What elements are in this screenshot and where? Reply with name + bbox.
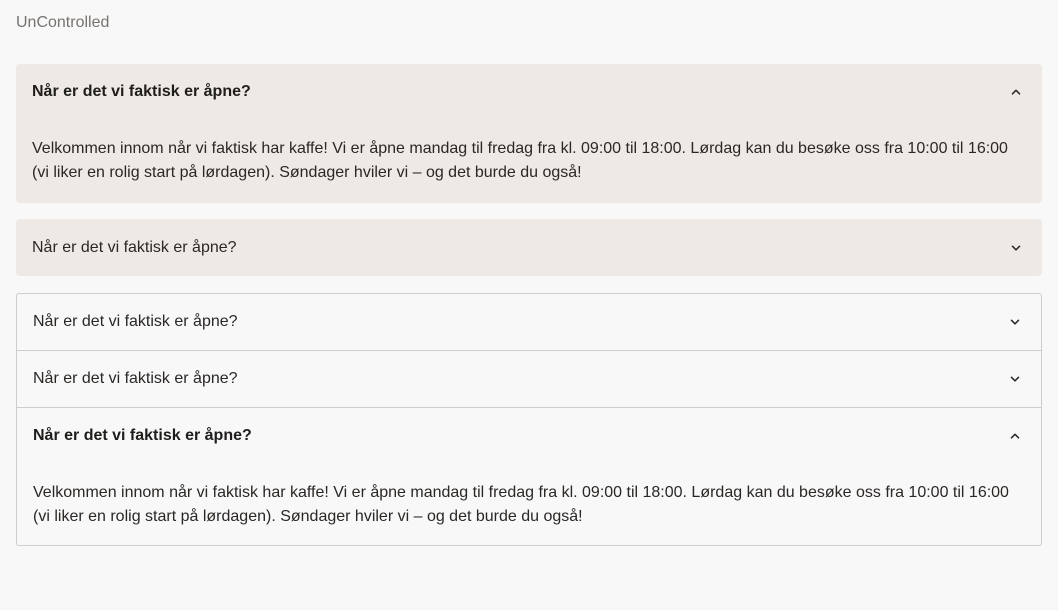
accordion-item-outlined-1: Når er det vi faktisk er åpne?: [17, 294, 1041, 350]
accordion-header-filled-2[interactable]: Når er det vi faktisk er åpne?: [16, 219, 1042, 276]
accordion-header-outlined-1[interactable]: Når er det vi faktisk er åpne?: [17, 294, 1041, 350]
accordion-body: Velkommen innom når vi faktisk har kaffe…: [33, 484, 1009, 525]
accordion-outlined-group: Når er det vi faktisk er åpne? Når er de…: [16, 293, 1042, 546]
accordion-header-outlined-2[interactable]: Når er det vi faktisk er åpne?: [17, 351, 1041, 407]
chevron-down-icon: [1009, 316, 1021, 328]
accordion-header-filled-1[interactable]: Når er det vi faktisk er åpne?: [16, 64, 1042, 120]
section-label: UnControlled: [16, 14, 110, 31]
accordion-item-outlined-3: Når er det vi faktisk er åpne? Velkommen…: [17, 407, 1041, 545]
accordion-header-outlined-3[interactable]: Når er det vi faktisk er åpne?: [17, 408, 1041, 464]
accordion-title: Når er det vi faktisk er åpne?: [33, 313, 238, 330]
chevron-up-icon: [1010, 86, 1022, 98]
chevron-up-icon: [1009, 430, 1021, 442]
accordion-title: Når er det vi faktisk er åpne?: [32, 83, 251, 100]
accordion-item-outlined-2: Når er det vi faktisk er åpne?: [17, 350, 1041, 407]
accordion-item-filled-2: Når er det vi faktisk er åpne?: [16, 219, 1042, 276]
accordion-title: Når er det vi faktisk er åpne?: [32, 238, 237, 256]
accordion-title: Når er det vi faktisk er åpne?: [33, 427, 252, 444]
accordion-title: Når er det vi faktisk er åpne?: [33, 370, 238, 387]
chevron-down-icon: [1009, 373, 1021, 385]
chevron-down-icon: [1010, 242, 1022, 254]
accordion-item-filled-1: Når er det vi faktisk er åpne? Velkommen…: [16, 64, 1042, 203]
accordion-body: Velkommen innom når vi faktisk har kaffe…: [32, 140, 1008, 181]
